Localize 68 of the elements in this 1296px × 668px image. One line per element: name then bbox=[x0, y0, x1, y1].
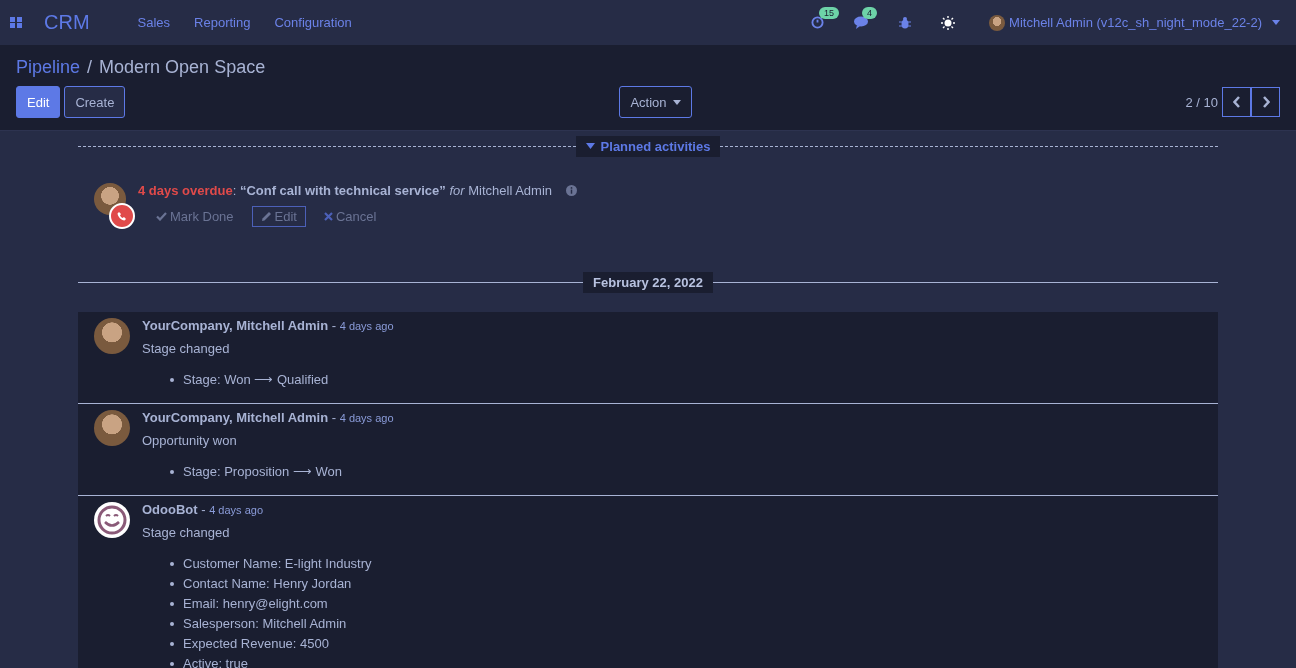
message-time: 4 days ago bbox=[339, 412, 394, 424]
bug-icon[interactable] bbox=[899, 16, 912, 29]
bullet-icon bbox=[170, 621, 174, 626]
tracking-value: Customer Name: E-light Industry bbox=[183, 556, 372, 571]
smiley-avatar bbox=[94, 502, 130, 538]
cancel-activity-link[interactable]: Cancel bbox=[316, 206, 385, 227]
activity-summary: 4 days overdue: “Conf call with technical service” for Mitchell Admin bbox=[138, 183, 553, 198]
user-menu[interactable]: Mitchell Admin (v12c_sh_night_mode_22-2) bbox=[989, 14, 1280, 31]
app-name[interactable]: CRM bbox=[44, 11, 90, 34]
bullet-icon bbox=[170, 641, 174, 646]
apps-grid-icon[interactable] bbox=[10, 17, 22, 28]
tracking-value: Contact Name: Henry Jordan bbox=[183, 576, 352, 591]
separator-dash: - bbox=[331, 318, 337, 333]
bullet-icon bbox=[170, 469, 174, 474]
user-avatar bbox=[94, 410, 130, 446]
create-button[interactable]: Create bbox=[64, 86, 126, 118]
message-author: OdooBot bbox=[142, 502, 198, 517]
activity-count-badge: 15 bbox=[819, 7, 840, 19]
tracking-value: Salesperson: Mitchell Admin bbox=[183, 616, 347, 631]
mark-done-link[interactable]: Mark Done bbox=[148, 206, 242, 227]
check-icon bbox=[156, 212, 167, 221]
bullet-icon bbox=[170, 377, 174, 382]
breadcrumb-link[interactable]: Pipeline bbox=[16, 57, 81, 78]
tracking-value: Expected Revenue: 4500 bbox=[183, 636, 329, 651]
edit-activity-button[interactable]: Edit bbox=[251, 206, 306, 227]
pager-value: 2 / 10 bbox=[1185, 94, 1218, 110]
message-body: Opportunity won bbox=[142, 433, 238, 448]
message-time: 4 days ago bbox=[339, 320, 394, 332]
record-title: Modern Open Space bbox=[99, 57, 266, 78]
separator-dash: - bbox=[201, 502, 206, 517]
chevron-left-icon bbox=[1232, 96, 1241, 108]
bullet-icon bbox=[170, 601, 174, 606]
tracking-value: Stage: Proposition ⟶ Won bbox=[183, 464, 342, 479]
close-icon bbox=[324, 212, 333, 221]
tracking-value: Email: henry@elight.com bbox=[183, 596, 328, 611]
caret-icon bbox=[672, 99, 681, 105]
planned-activities-toggle[interactable]: Planned activities bbox=[575, 135, 721, 157]
tracking-value: Stage: Won ⟶ Qualified bbox=[183, 372, 329, 387]
info-icon[interactable] bbox=[566, 185, 578, 196]
menu-item[interactable]: Configuration bbox=[274, 15, 352, 30]
bullet-icon bbox=[170, 581, 174, 586]
previous-button[interactable] bbox=[1222, 87, 1251, 117]
phone-icon bbox=[109, 203, 135, 229]
menu-item[interactable]: Sales bbox=[137, 15, 171, 30]
chat-icon[interactable] bbox=[854, 16, 870, 29]
breadcrumb-separator: / bbox=[87, 57, 93, 78]
edit-button[interactable]: Edit bbox=[16, 86, 61, 118]
message-author: YourCompany, Mitchell Admin bbox=[142, 318, 329, 333]
pencil-icon bbox=[260, 211, 272, 222]
next-button[interactable] bbox=[1251, 87, 1280, 117]
bullet-icon bbox=[170, 561, 174, 566]
tracking-value: Active: true bbox=[183, 656, 249, 668]
user-avatar bbox=[989, 14, 1006, 31]
clock-icon[interactable] bbox=[811, 16, 825, 29]
message-time: 4 days ago bbox=[209, 504, 263, 516]
caret-icon bbox=[585, 143, 595, 149]
message-author: YourCompany, Mitchell Admin bbox=[142, 410, 329, 425]
separator-dash: - bbox=[331, 410, 337, 425]
chevron-right-icon bbox=[1261, 96, 1270, 108]
sun-icon[interactable] bbox=[941, 15, 956, 30]
message-body: Stage changed bbox=[142, 341, 231, 356]
caret-icon bbox=[1272, 20, 1280, 25]
user-avatar bbox=[94, 318, 130, 354]
date-separator: February 22, 2022 bbox=[583, 271, 713, 293]
message-count-badge: 4 bbox=[862, 7, 878, 19]
message-body: Stage changed bbox=[142, 525, 231, 540]
action-button[interactable]: Action bbox=[619, 86, 692, 118]
menu-item[interactable]: Reporting bbox=[194, 15, 251, 30]
